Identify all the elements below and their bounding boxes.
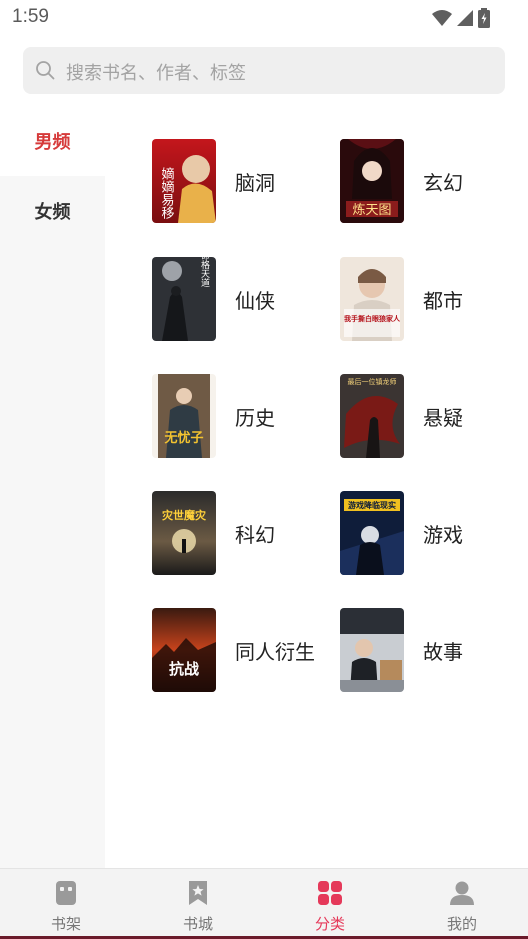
nav-item-profile[interactable]: 我的 [396,869,528,939]
battery-icon [478,8,490,28]
category-label: 科幻 [235,523,275,547]
sidebar-tab-male[interactable]: 男频 [0,106,105,176]
search-placeholder: 搜索书名、作者、标签 [66,63,246,84]
cover-title-text: 命格天道 [199,257,210,288]
category-item-tongren[interactable]: 抗战 同人衍生 [152,608,332,692]
status-time: 1:59 [12,6,49,27]
category-item-dushi[interactable]: 我手撕白眼狼家人 都市 [340,257,520,341]
profile-icon [450,881,474,905]
category-label: 游戏 [423,523,463,547]
cover-title-text: 嫡嫡易移 [159,166,175,219]
nav-label: 书城 [182,915,213,933]
category-label: 同人衍生 [235,640,315,664]
category-item-naodong[interactable]: 嫡嫡易移 脑洞 [152,139,332,223]
nav-label: 书架 [50,915,81,933]
category-label: 玄幻 [423,171,463,195]
category-cover: 我手撕白眼狼家人 [340,257,404,341]
cover-title-text: 抗战 [169,660,199,678]
category-item-kehuan[interactable]: 灾世魔灾 科幻 [152,491,332,575]
category-item-xuanhuan[interactable]: 炼天图 玄幻 [340,139,520,223]
wifi-icon [432,10,452,26]
cover-title-text: 无忧子 [163,430,203,446]
nav-item-category[interactable]: 分类 [264,869,396,939]
category-cover [340,608,404,692]
category-item-lishi[interactable]: 无忧子 历史 [152,374,332,458]
category-item-youxi[interactable]: 游戏降临现实 游戏 [340,491,520,575]
category-grid-icon [318,881,342,905]
search-icon [36,61,55,80]
cover-title-text: 游戏降临现实 [348,500,396,510]
category-cover: 炼天图 [340,139,404,223]
category-label: 故事 [423,640,463,664]
sidebar-tab-label: 女频 [34,202,71,223]
category-screen: 1:59 搜索书名、作者、标签 男频 女频 嫡嫡易移 脑洞 炼天图 玄幻 命格天… [0,0,528,939]
bookshelf-icon [56,881,76,905]
sidebar-tab-female[interactable]: 女频 [0,176,105,246]
category-cover: 最后一位镇龙师 [340,374,404,458]
cover-title-text: 炼天图 [352,203,391,218]
bookstore-icon [189,881,207,905]
nav-item-bookstore[interactable]: 书城 [132,869,264,939]
search-bar[interactable]: 搜索书名、作者、标签 [23,47,505,94]
nav-label: 分类 [314,915,345,933]
category-cover: 命格天道 [152,257,216,341]
category-label: 历史 [235,406,275,430]
category-cover: 游戏降临现实 [340,491,404,575]
channel-sidebar: 男频 女频 [0,106,105,868]
category-item-xuanyi[interactable]: 最后一位镇龙师 悬疑 [340,374,520,458]
category-cover: 灾世魔灾 [152,491,216,575]
category-item-gushi[interactable]: 故事 [340,608,520,692]
category-label: 悬疑 [423,406,463,430]
nav-item-bookshelf[interactable]: 书架 [0,869,132,939]
cover-title-text: 最后一位镇龙师 [348,377,397,386]
category-cover: 嫡嫡易移 [152,139,216,223]
category-label: 都市 [423,289,463,313]
category-item-xianxia[interactable]: 命格天道 仙侠 [152,257,332,341]
status-icons [432,8,490,28]
cover-title-text: 灾世魔灾 [162,508,207,522]
category-cover: 抗战 [152,608,216,692]
category-label: 脑洞 [235,171,275,195]
category-cover: 无忧子 [152,374,216,458]
status-bar: 1:59 [0,0,528,36]
cover-title-text: 我手撕白眼狼家人 [344,314,401,323]
signal-icon [457,10,473,26]
category-label: 仙侠 [235,289,275,313]
sidebar-tab-label: 男频 [34,132,71,153]
bottom-nav: 书架 书城 分类 我的 [0,868,528,939]
nav-label: 我的 [446,915,477,933]
